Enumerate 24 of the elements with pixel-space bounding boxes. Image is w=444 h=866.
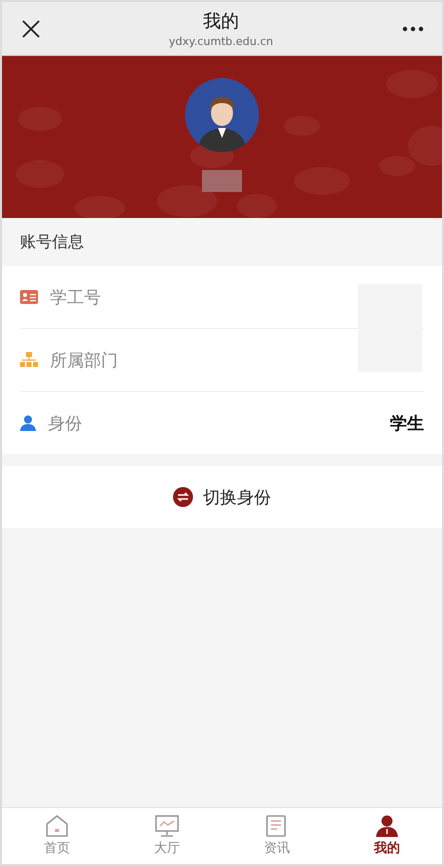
page-title: 我的 xyxy=(203,10,239,33)
tab[interactable]: 大厅 xyxy=(112,808,222,864)
swap-icon xyxy=(173,487,193,507)
close-button[interactable] xyxy=(22,20,40,38)
page-url: ydxy.cumtb.edu.cn xyxy=(168,35,274,48)
home-icon xyxy=(45,815,69,837)
tab[interactable]: 首页 xyxy=(2,808,112,864)
field-value: 学生 xyxy=(390,412,424,434)
tab[interactable]: 我的 xyxy=(332,808,442,864)
avatar-icon xyxy=(185,78,259,152)
more-button[interactable] xyxy=(402,26,424,32)
document-icon xyxy=(266,815,288,837)
tab[interactable]: 资讯 xyxy=(222,808,332,864)
monitor-icon xyxy=(155,815,179,837)
id-card-icon xyxy=(20,290,38,304)
field-label: 所属部门 xyxy=(50,350,119,372)
field-label: 学工号 xyxy=(50,286,102,308)
switch-role-button[interactable]: 切换身份 xyxy=(2,466,442,528)
person-icon xyxy=(20,415,36,431)
section-title: 账号信息 xyxy=(19,230,85,252)
hierarchy-icon xyxy=(20,352,38,368)
field-label: 身份 xyxy=(48,412,83,434)
redacted-name xyxy=(202,170,242,192)
person-icon xyxy=(376,815,398,837)
